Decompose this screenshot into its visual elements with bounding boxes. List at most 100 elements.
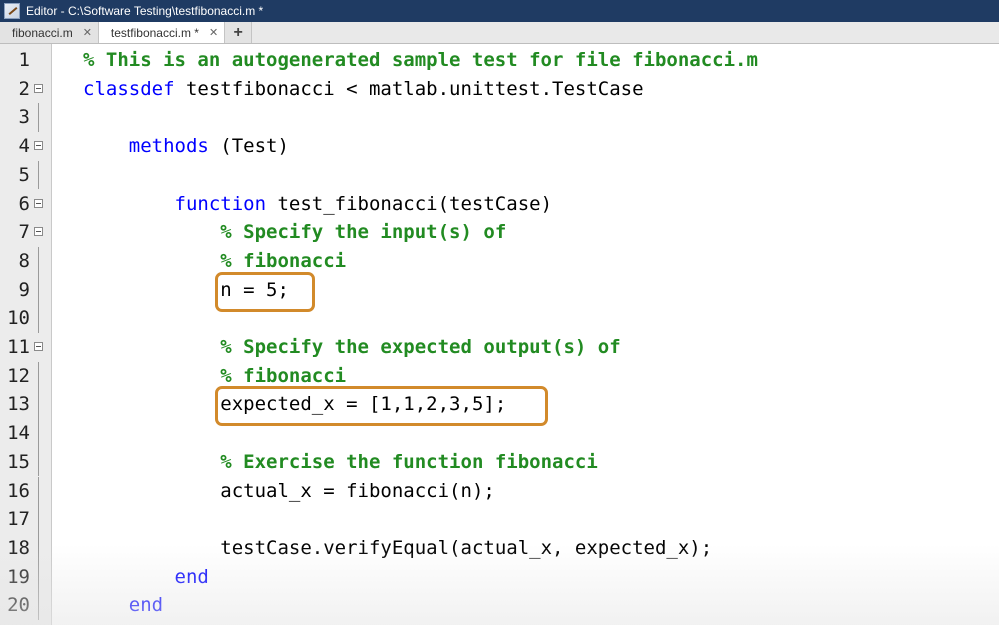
- window-titlebar: Editor - C:\Software Testing\testfibonac…: [0, 0, 999, 22]
- fold-guide: [38, 304, 39, 333]
- line-number: 9: [18, 278, 30, 301]
- code-line[interactable]: 2 classdef testfibonacci < matlab.unittes…: [0, 75, 999, 104]
- code-text: methods (Test): [83, 132, 289, 161]
- fold-guide: [38, 447, 39, 477]
- code-line[interactable]: 8 % fibonacci: [0, 246, 999, 276]
- tab-testfibonacci[interactable]: testfibonacci.m * ✕: [98, 22, 226, 43]
- line-number: 2: [18, 77, 30, 100]
- line-number: 18: [7, 536, 30, 559]
- code-text: % Specify the input(s) of: [83, 218, 506, 247]
- keyword-token: methods: [128, 135, 209, 158]
- highlight-box-n-assignment: [215, 271, 315, 312]
- code-text: function test_fibonacci(testCase): [83, 190, 553, 219]
- line-number: 10: [7, 307, 30, 330]
- code-token: test_fibonacci(testCase): [266, 192, 553, 215]
- fold-guide: [38, 505, 39, 534]
- keyword-token: end: [128, 594, 164, 617]
- line-number: 17: [7, 508, 30, 531]
- keyword-token: function: [174, 192, 267, 215]
- line-number: 3: [18, 106, 30, 129]
- line-number: 19: [7, 565, 30, 588]
- fold-guide: [38, 103, 39, 133]
- code-text: % Specify the expected output(s) of: [83, 333, 620, 362]
- code-line[interactable]: 16 actual_x = fibonacci(n);: [0, 476, 999, 506]
- comment-token: % fibonacci: [220, 364, 347, 387]
- line-number: 4: [18, 135, 30, 158]
- keyword-token: end: [174, 565, 209, 588]
- code-line[interactable]: 19 end: [0, 562, 999, 592]
- code-text: classdef testfibonacci < matlab.unittest…: [83, 75, 644, 104]
- fold-guide: [38, 390, 39, 420]
- fold-guide: [38, 419, 39, 448]
- code-line[interactable]: 1 % This is an autogenerated sample test …: [0, 46, 999, 75]
- line-number: 12: [7, 364, 30, 387]
- code-text: end: [83, 591, 163, 620]
- line-number: 15: [7, 450, 30, 473]
- editor-app-icon: [4, 3, 20, 19]
- tab-label: fibonacci.m: [12, 25, 73, 40]
- code-token: (Test): [208, 135, 289, 158]
- code-line[interactable]: 10: [0, 304, 999, 333]
- code-line[interactable]: 17: [0, 505, 999, 534]
- close-icon[interactable]: ✕: [209, 26, 218, 39]
- code-line[interactable]: 3: [0, 103, 999, 133]
- code-line[interactable]: 11 % Specify the expected output(s) of: [0, 333, 999, 362]
- code-line[interactable]: 18 testCase.verifyEqual(actual_x, expect…: [0, 533, 999, 563]
- fold-guide: [38, 591, 39, 620]
- code-text: end: [83, 563, 209, 592]
- line-number: 20: [7, 594, 30, 617]
- code-token: testCase.verifyEqual(actual_x, expected_…: [220, 536, 713, 559]
- comment-token: % Specify the input(s) of: [220, 221, 507, 244]
- line-number: 8: [18, 249, 30, 272]
- line-number: 5: [18, 163, 30, 186]
- line-number: 11: [7, 336, 30, 358]
- line-number: 1: [18, 49, 30, 71]
- code-editor[interactable]: 1 % This is an autogenerated sample test …: [0, 44, 999, 625]
- code-line[interactable]: 6 function test_fibonacci(testCase): [0, 190, 999, 219]
- line-number: 16: [7, 479, 30, 502]
- fold-guide: [38, 533, 39, 563]
- fold-toggle-icon[interactable]: [34, 83, 43, 93]
- fold-toggle-icon[interactable]: [34, 227, 43, 237]
- comment-token: % fibonacci: [220, 249, 347, 272]
- code-line[interactable]: 5: [0, 160, 999, 190]
- code-line[interactable]: 4 methods (Test): [0, 132, 999, 161]
- code-text: % Exercise the function fibonacci: [83, 448, 598, 477]
- close-icon[interactable]: ✕: [83, 26, 92, 39]
- fold-guide: [38, 361, 39, 391]
- code-line[interactable]: 20 end: [0, 591, 999, 620]
- document-tab-bar: fibonacci.m ✕ testfibonacci.m * ✕ +: [0, 22, 999, 44]
- code-token: actual_x = fibonacci(n);: [220, 479, 495, 502]
- fold-toggle-icon[interactable]: [34, 141, 43, 151]
- fold-toggle-icon[interactable]: [34, 198, 43, 208]
- tab-label: testfibonacci.m *: [110, 25, 199, 40]
- code-text: % This is an autogenerated sample test f…: [83, 46, 758, 75]
- comment-token: % Exercise the function fibonacci: [220, 450, 598, 473]
- code-line[interactable]: 9 n = 5;: [0, 275, 999, 305]
- highlight-box-expected-assignment: [215, 386, 548, 427]
- line-number: 7: [18, 221, 30, 244]
- keyword-token: classdef: [83, 77, 175, 100]
- fold-guide: [38, 562, 39, 592]
- fold-guide: [38, 476, 39, 506]
- line-number: 13: [7, 393, 30, 416]
- fold-toggle-icon[interactable]: [34, 342, 43, 351]
- tab-fibonacci[interactable]: fibonacci.m ✕: [0, 22, 99, 43]
- fold-guide: [38, 160, 39, 190]
- code-text: actual_x = fibonacci(n);: [83, 477, 495, 506]
- code-line[interactable]: 7 % Specify the input(s) of: [0, 218, 999, 247]
- code-line[interactable]: 15 % Exercise the function fibonacci: [0, 447, 999, 477]
- code-text: testCase.verifyEqual(actual_x, expected_…: [83, 534, 712, 563]
- line-number: 6: [18, 192, 30, 215]
- add-tab-button[interactable]: +: [225, 22, 253, 43]
